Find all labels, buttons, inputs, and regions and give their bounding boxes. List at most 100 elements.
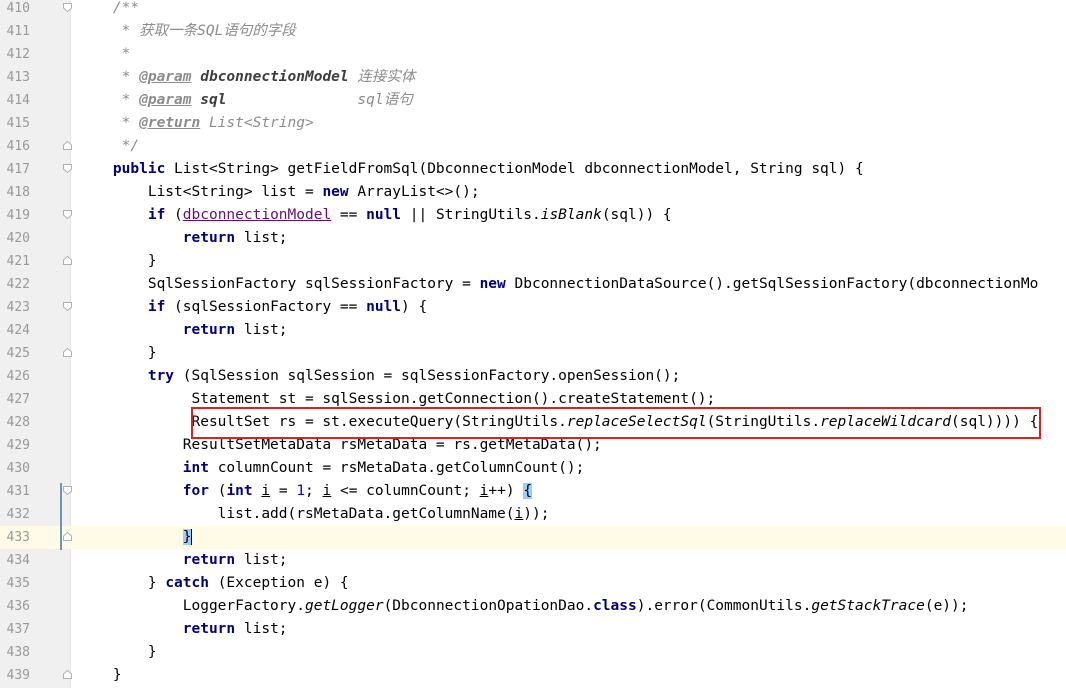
code-token: columnCount = rsMetaData.getColumnCount(… (208, 460, 585, 476)
code-line[interactable]: 431 for (int i = 1; i <= columnCount; i+… (0, 480, 1066, 503)
line-number: 437 (6, 622, 30, 637)
code-line[interactable]: 433 } (0, 526, 1066, 549)
fold-start-icon[interactable] (63, 302, 72, 311)
code-line[interactable]: 439 } (0, 664, 1066, 687)
fold-end-icon[interactable] (63, 141, 72, 150)
code-line[interactable]: 418 List<String> list = new ArrayList<>(… (0, 181, 1066, 204)
code-token: return (182, 621, 236, 637)
code-token: List<String> getFieldFromSql(Dbconnectio… (165, 161, 864, 177)
code-token: ++) (488, 483, 524, 499)
code-text: int columnCount = rsMetaData.getColumnCo… (78, 457, 585, 480)
code-token: return (182, 230, 236, 246)
fold-start-icon[interactable] (63, 164, 72, 173)
code-line[interactable]: 419 if (dbconnectionModel == null || Str… (0, 204, 1066, 227)
code-token: if (147, 299, 166, 315)
code-token: return (182, 552, 236, 568)
code-token: replaceSelectSql (566, 414, 707, 430)
code-token: getStackTrace (811, 598, 925, 614)
code-token: (sql)) { (601, 207, 672, 223)
code-token: class (593, 598, 637, 614)
code-text: } (78, 342, 157, 365)
code-line[interactable]: 423 if (sqlSessionFactory == null) { (0, 296, 1066, 319)
fold-end-icon[interactable] (63, 348, 72, 357)
code-line[interactable]: 414 * @param sql sql语句 (0, 89, 1066, 112)
code-token: @return (139, 115, 201, 131)
code-line[interactable]: 426 try (SqlSession sqlSession = sqlSess… (0, 365, 1066, 388)
code-token: (Exception e) { (208, 575, 349, 591)
code-line[interactable]: 424 return list; (0, 319, 1066, 342)
code-token: || StringUtils. (401, 207, 541, 223)
code-line[interactable]: 435 } catch (Exception e) { (0, 572, 1066, 595)
code-line[interactable]: 422 SqlSessionFactory sqlSessionFactory … (0, 273, 1066, 296)
code-line[interactable]: 427 Statement st = sqlSession.getConnect… (0, 388, 1066, 411)
code-token: SqlSessionFactory sqlSessionFactory = (78, 276, 480, 292)
code-line[interactable]: 416 */ (0, 135, 1066, 158)
code-line[interactable]: 412 * (0, 43, 1066, 66)
code-token: * (78, 46, 131, 62)
code-token: i (514, 506, 524, 522)
code-text: list.add(rsMetaData.getColumnName(i)); (78, 503, 550, 526)
code-text: try (SqlSession sqlSession = sqlSessionF… (78, 365, 681, 388)
code-token: <= columnCount; (331, 483, 480, 499)
line-number: 410 (6, 1, 30, 16)
line-number: 438 (6, 645, 30, 660)
line-number: 435 (6, 576, 30, 591)
code-text: Statement st = sqlSession.getConnection(… (78, 388, 715, 411)
code-token: list; (235, 322, 288, 338)
code-token: ; (305, 483, 323, 499)
fold-end-icon[interactable] (63, 256, 72, 265)
code-token: } (78, 575, 166, 591)
code-line[interactable]: 437 return list; (0, 618, 1066, 641)
code-line[interactable]: 421 } (0, 250, 1066, 273)
code-line[interactable]: 434 return list; (0, 549, 1066, 572)
code-text: } (78, 641, 157, 664)
code-line[interactable]: 428 ResultSet rs = st.executeQuery(Strin… (0, 411, 1066, 434)
code-line[interactable]: 413 * @param dbconnectionModel 连接实体 (0, 66, 1066, 89)
code-line[interactable]: 415 * @return List<String> (0, 112, 1066, 135)
line-number: 416 (6, 139, 30, 154)
code-text: * @return List<String> (78, 112, 314, 135)
code-text: } (78, 526, 192, 549)
code-text: * (78, 43, 131, 66)
code-token: list; (235, 230, 288, 246)
code-line[interactable]: 438 } (0, 641, 1066, 664)
code-text: return list; (78, 227, 288, 250)
fold-end-icon[interactable] (63, 532, 72, 541)
code-text: public List<String> getFieldFromSql(Dbco… (78, 158, 864, 181)
code-line[interactable]: 411 * 获取一条SQL语句的字段 (0, 20, 1066, 43)
code-token: DbconnectionDataSource().getSqlSessionFa… (505, 276, 1039, 292)
code-token: int (226, 483, 253, 499)
code-token: } (78, 345, 157, 361)
code-text: if (dbconnectionModel == null || StringU… (78, 204, 672, 227)
code-line[interactable]: 425 } (0, 342, 1066, 365)
line-number: 421 (6, 254, 30, 269)
fold-start-icon[interactable] (63, 210, 72, 219)
code-line[interactable]: 432 list.add(rsMetaData.getColumnName(i)… (0, 503, 1066, 526)
code-line[interactable]: 430 int columnCount = rsMetaData.getColu… (0, 457, 1066, 480)
code-token: == (331, 207, 367, 223)
code-token: return (182, 322, 236, 338)
code-line[interactable]: 410 /** (0, 0, 1066, 20)
fold-start-icon[interactable] (63, 486, 72, 495)
code-line[interactable]: 436 LoggerFactory.getLogger(Dbconnection… (0, 595, 1066, 618)
fold-end-icon[interactable] (63, 670, 72, 679)
code-line[interactable]: 429 ResultSetMetaData rsMetaData = rs.ge… (0, 434, 1066, 457)
code-line[interactable]: 417 public List<String> getFieldFromSql(… (0, 158, 1066, 181)
line-number: 430 (6, 461, 30, 476)
code-token: replaceWildcard (820, 414, 952, 430)
code-token: try (147, 368, 175, 384)
code-text: } catch (Exception e) { (78, 572, 349, 595)
line-number: 427 (6, 392, 30, 407)
fold-start-icon[interactable] (63, 3, 72, 12)
change-marker (60, 483, 62, 550)
line-number: 439 (6, 668, 30, 683)
code-token: )); (523, 506, 550, 522)
code-line[interactable]: 420 return list; (0, 227, 1066, 250)
code-token: ResultSet rs = st.executeQuery(StringUti… (78, 414, 567, 430)
